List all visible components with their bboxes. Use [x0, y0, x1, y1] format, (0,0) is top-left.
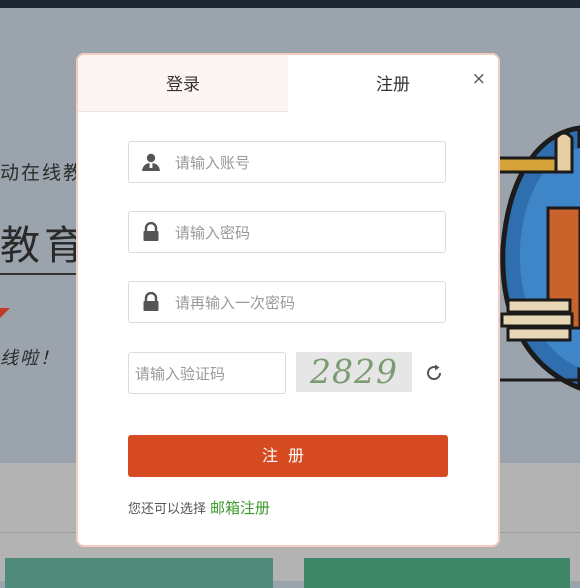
- banner-illustration: [498, 125, 580, 391]
- confirm-password-input[interactable]: [173, 282, 437, 324]
- password-input[interactable]: [173, 212, 437, 254]
- user-icon: [142, 153, 160, 171]
- top-nav-bar: [0, 0, 580, 8]
- tab-login[interactable]: 登录: [78, 55, 288, 112]
- account-input[interactable]: [173, 142, 437, 184]
- account-field: [128, 141, 446, 184]
- captcha-input[interactable]: [133, 353, 285, 395]
- captcha-image[interactable]: 2829: [296, 352, 412, 392]
- lock-icon: [143, 292, 159, 311]
- email-register-link[interactable]: 邮箱注册: [210, 499, 270, 517]
- confirm-password-field: [128, 281, 446, 324]
- password-field: [128, 211, 446, 254]
- tab-register[interactable]: 注册: [288, 55, 498, 111]
- alternative-register: 您还可以选择 邮箱注册: [128, 497, 270, 518]
- close-icon[interactable]: ×: [472, 69, 486, 89]
- alternative-text: 您还可以选择: [128, 502, 207, 517]
- captcha-field: [128, 352, 286, 395]
- register-modal: 登录 注册 × 2829 注册 您还可以选择邮箱注册: [76, 53, 500, 547]
- modal-tabs: 登录 注册: [78, 55, 498, 112]
- refresh-icon[interactable]: [424, 363, 444, 383]
- banner-accent-mark: [0, 308, 10, 318]
- register-button[interactable]: 注册: [128, 435, 448, 477]
- banner-text-1: 动在线教: [0, 162, 85, 184]
- background-card-right: [304, 558, 570, 588]
- banner-divider: [0, 273, 78, 275]
- lock-icon: [143, 222, 159, 241]
- background-card-left: [5, 558, 273, 588]
- banner-text-3: 线啦！: [0, 348, 60, 369]
